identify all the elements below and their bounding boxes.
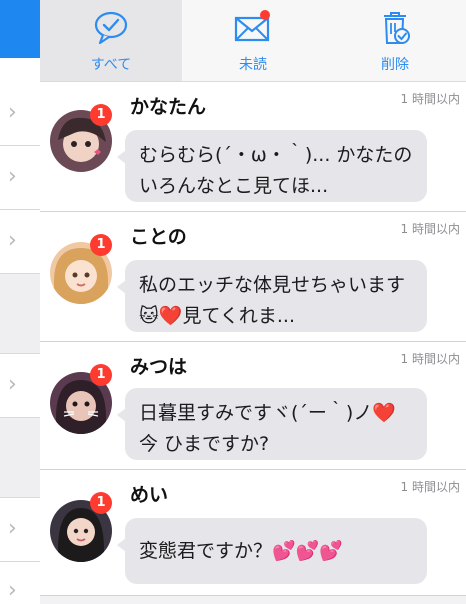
tab-all[interactable]: すべて [40, 0, 182, 81]
unread-notification-dot [260, 10, 270, 20]
message-preview: 変態君ですか？💕💕💕 [117, 518, 427, 584]
message-time: 1 時間以内 [400, 480, 460, 494]
chevron-right-icon: › [8, 228, 17, 253]
chevron-right-icon: › [8, 100, 17, 125]
trash-check-icon [375, 10, 415, 46]
background-list-row[interactable] [0, 418, 40, 498]
background-list-row[interactable]: › [0, 562, 40, 604]
unread-badge: 1 [90, 104, 112, 126]
message-preview: 私のエッチな体見せちゃいます🐱❤️見てくれま... [117, 260, 427, 332]
list-bottom-edge [40, 596, 466, 604]
chevron-right-icon: › [8, 164, 17, 189]
message-panel: すべて 未読 削除 かなたん 1 時間以内 1 むらむら(´・ω・｀)... か… [40, 0, 466, 604]
message-item[interactable]: めい 1 時間以内 1 変態君ですか？💕💕💕 [40, 470, 466, 596]
sender-name: ことの [130, 226, 187, 248]
background-list: › › › › › › [0, 0, 40, 604]
message-preview: 日暮里すみですヾ(´ー｀)ノ❤️ 今 ひまですか? [117, 388, 427, 460]
background-list-row[interactable]: › [0, 210, 40, 274]
background-list-row[interactable] [0, 274, 40, 354]
tab-delete-label: 削除 [381, 57, 409, 73]
background-list-row[interactable]: › [0, 80, 40, 146]
background-list-row[interactable]: › [0, 146, 40, 210]
tab-unread[interactable]: 未読 [182, 0, 324, 81]
tab-unread-label: 未読 [239, 57, 267, 73]
unread-badge: 1 [90, 364, 112, 386]
message-time: 1 時間以内 [400, 352, 460, 366]
chat-bubble-check-icon [91, 10, 131, 46]
message-item[interactable]: ことの 1 時間以内 1 私のエッチな体見せちゃいます🐱❤️見てくれま... [40, 212, 466, 342]
unread-badge: 1 [90, 234, 112, 256]
background-list-row[interactable]: › [0, 354, 40, 418]
tab-all-label: すべて [90, 57, 132, 73]
background-header-block [0, 0, 40, 58]
sender-name: みつは [130, 356, 188, 378]
sender-name: かなたん [130, 96, 207, 118]
unread-badge: 1 [90, 492, 112, 514]
sender-name: めい [130, 484, 169, 506]
message-time: 1 時間以内 [400, 222, 460, 236]
chevron-right-icon: › [8, 516, 17, 541]
message-item[interactable]: みつは 1 時間以内 1 日暮里すみですヾ(´ー｀)ノ❤️ 今 ひまですか? [40, 342, 466, 470]
chevron-right-icon: › [8, 578, 17, 603]
message-time: 1 時間以内 [400, 92, 460, 106]
background-list-row[interactable]: › [0, 498, 40, 562]
tab-delete[interactable]: 削除 [324, 0, 466, 81]
chevron-right-icon: › [8, 372, 17, 397]
message-preview: むらむら(´・ω・｀)... かなたのいろんなとこ見てほ... [117, 130, 427, 202]
message-item[interactable]: かなたん 1 時間以内 1 むらむら(´・ω・｀)... かなたのいろんなとこ見… [40, 82, 466, 212]
envelope-icon [233, 10, 273, 46]
tab-bar: すべて 未読 削除 [40, 0, 466, 82]
